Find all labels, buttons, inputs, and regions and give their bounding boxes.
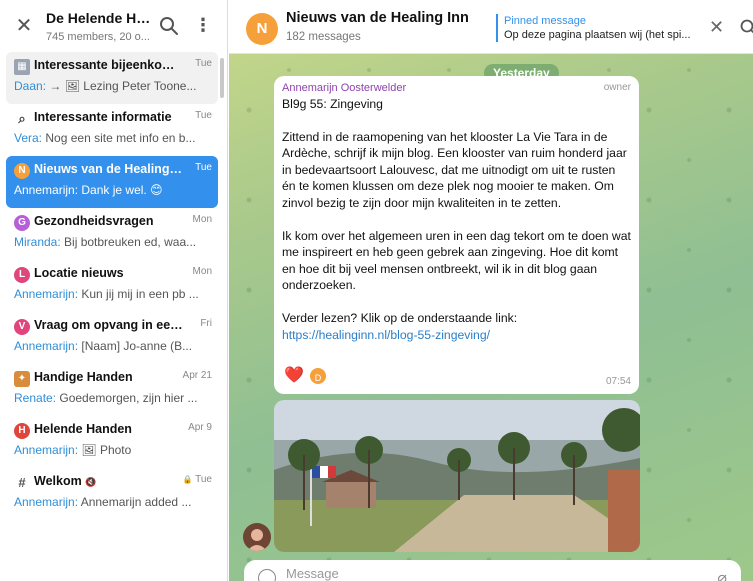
message-paragraph: Ik kom over het algemeen uren in een dag… <box>282 228 631 293</box>
topic-list-scrollbar[interactable] <box>220 58 224 98</box>
author-role-badge: owner <box>603 82 631 93</box>
topic-letter-icon: H <box>14 423 30 439</box>
topic-name: Vraag om opvang in een ... <box>34 318 184 332</box>
topic-letter-icon: L <box>14 267 30 283</box>
attach-icon[interactable]: ⌀ <box>717 568 727 581</box>
hash-icon: # <box>18 475 26 490</box>
heart-reaction-icon[interactable]: ❤️ <box>284 366 304 386</box>
message-title: Bl9g 55: Zingeving <box>282 97 383 111</box>
topic-date: Tue <box>195 162 212 173</box>
topic-date: Mon <box>192 214 212 225</box>
muted-icon: 🔇 <box>85 477 97 487</box>
topic-preview: Renate: Goedemorgen, zijn hier ... <box>14 391 198 405</box>
chat-header: N Nieuws van de Healing Inn 182 messages… <box>229 0 753 54</box>
topic-date: Fri <box>200 318 212 329</box>
picture-icon: ▦ <box>14 59 30 75</box>
message-composer: ⌀ <box>244 560 741 581</box>
search-icon[interactable] <box>739 18 753 38</box>
topic-date: Apr 9 <box>188 422 212 433</box>
topic-item[interactable]: V Vraag om opvang in een ... Fri Annemar… <box>6 312 218 364</box>
pinned-label: Pinned message <box>504 15 586 27</box>
topic-item[interactable]: L Locatie nieuws Mon Annemarijn: Kun jij… <box>6 260 218 312</box>
topic-name: Gezondheidsvragen <box>34 214 154 228</box>
message-bubble[interactable]: Annemarijn Oosterwelder owner Bl9g 55: Z… <box>274 76 639 394</box>
message-photo[interactable] <box>274 400 640 552</box>
topic-item-active[interactable]: N Nieuws van de Healing Inn Tue Annemari… <box>6 156 218 208</box>
message-link[interactable]: https://healinginn.nl/blog-55-zingeving/ <box>282 328 490 342</box>
pinned-text: Op deze pagina plaatsen wij (het spi... <box>504 29 691 41</box>
topic-preview: Annemarijn: Annemarijn added ... <box>14 495 192 509</box>
topic-letter-icon: V <box>14 319 30 335</box>
topic-preview: Annemarijn: Dank je wel. 😊 <box>14 183 163 197</box>
emoji-icon[interactable] <box>258 569 276 581</box>
close-icon[interactable]: ✕ <box>14 16 34 36</box>
topic-preview: Vera: Nog een site met info en b... <box>14 131 196 145</box>
topic-name: Welkom 🔇 <box>34 474 97 488</box>
topic-name: Nieuws van de Healing Inn <box>34 162 184 176</box>
more-options-icon[interactable]: ⋮ <box>194 15 212 37</box>
chat-title[interactable]: Nieuws van de Healing Inn <box>286 10 469 26</box>
topic-name: Locatie nieuws <box>34 266 124 280</box>
topic-date: Tue <box>195 58 212 69</box>
group-header: ✕ De Helende Herb... 745 members, 20 o..… <box>0 0 228 50</box>
topic-date: Mon <box>192 266 212 277</box>
photo-image <box>274 400 640 552</box>
message-input[interactable] <box>286 566 686 581</box>
telegram-app: ✕ De Helende Herb... 745 members, 20 o..… <box>0 0 753 581</box>
close-pinned-icon[interactable]: ✕ <box>709 18 724 36</box>
magnifier-icon: ⌕ <box>18 111 26 126</box>
message-author[interactable]: Annemarijn Oosterwelder <box>282 82 406 94</box>
topic-preview: Annemarijn: [Naam] Jo-anne (B... <box>14 339 193 353</box>
topic-name: Interessante bijeenkoms... <box>34 58 184 72</box>
topics-panel: ✕ De Helende Herb... 745 members, 20 o..… <box>0 0 228 581</box>
message-paragraph: Zittend in de raamopening van het kloost… <box>282 129 627 210</box>
pinned-message[interactable]: Pinned message Op deze pagina plaatsen w… <box>496 14 691 42</box>
topic-letter-icon: G <box>14 215 30 231</box>
topic-name: Handige Handen <box>34 370 133 384</box>
chat-panel: N Nieuws van de Healing Inn 182 messages… <box>229 0 753 581</box>
topic-date: 🔒 Tue <box>182 474 212 485</box>
message-time: 07:54 <box>605 376 631 387</box>
topic-item[interactable]: G Gezondheidsvragen Mon Miranda: Bij bot… <box>6 208 218 260</box>
search-icon[interactable] <box>158 15 180 37</box>
topic-date: Tue <box>195 110 212 121</box>
chat-subtitle: 182 messages <box>286 31 361 43</box>
message-body: Bl9g 55: Zingeving Zittend in de raamope… <box>282 96 632 343</box>
topic-item[interactable]: ⌕ Interessante informatie Tue Vera: Nog … <box>6 104 218 156</box>
topic-item[interactable]: # Welkom 🔇 🔒 Tue Annemarijn: Annemarijn … <box>6 468 218 520</box>
topic-list: ▦ Interessante bijeenkoms... Tue Daan: →… <box>0 52 224 520</box>
message-paragraph: Verder lezen? Klik op de onderstaande li… <box>282 310 518 342</box>
topic-preview: Annemarijn: Kun jij mij in een pb ... <box>14 287 199 301</box>
sender-avatar[interactable] <box>243 523 271 551</box>
topic-preview: Annemarijn: 🖼 Photo <box>14 443 132 457</box>
worker-icon: ✦ <box>14 371 30 387</box>
topic-letter-icon: N <box>14 163 30 179</box>
reaction-user-avatar: D <box>308 366 328 386</box>
topic-name: Helende Handen <box>34 422 132 436</box>
topic-date: Apr 21 <box>182 370 212 381</box>
topic-item[interactable]: H Helende Handen Apr 9 Annemarijn: 🖼 Pho… <box>6 416 218 468</box>
topic-preview: Miranda: Bij botbreuken ed, waa... <box>14 235 197 249</box>
group-subtitle: 745 members, 20 o... <box>46 31 150 43</box>
group-title[interactable]: De Helende Herb... <box>46 10 152 26</box>
topic-preview: Daan: → 🖼 Lezing Peter Toone... <box>14 79 197 93</box>
topic-item[interactable]: ✦ Handige Handen Apr 21 Renate: Goedemor… <box>6 364 218 416</box>
lock-icon: 🔒 <box>182 475 193 484</box>
topic-name: Interessante informatie <box>34 110 172 124</box>
topic-item[interactable]: ▦ Interessante bijeenkoms... Tue Daan: →… <box>6 52 218 104</box>
chat-avatar[interactable]: N <box>246 13 278 45</box>
